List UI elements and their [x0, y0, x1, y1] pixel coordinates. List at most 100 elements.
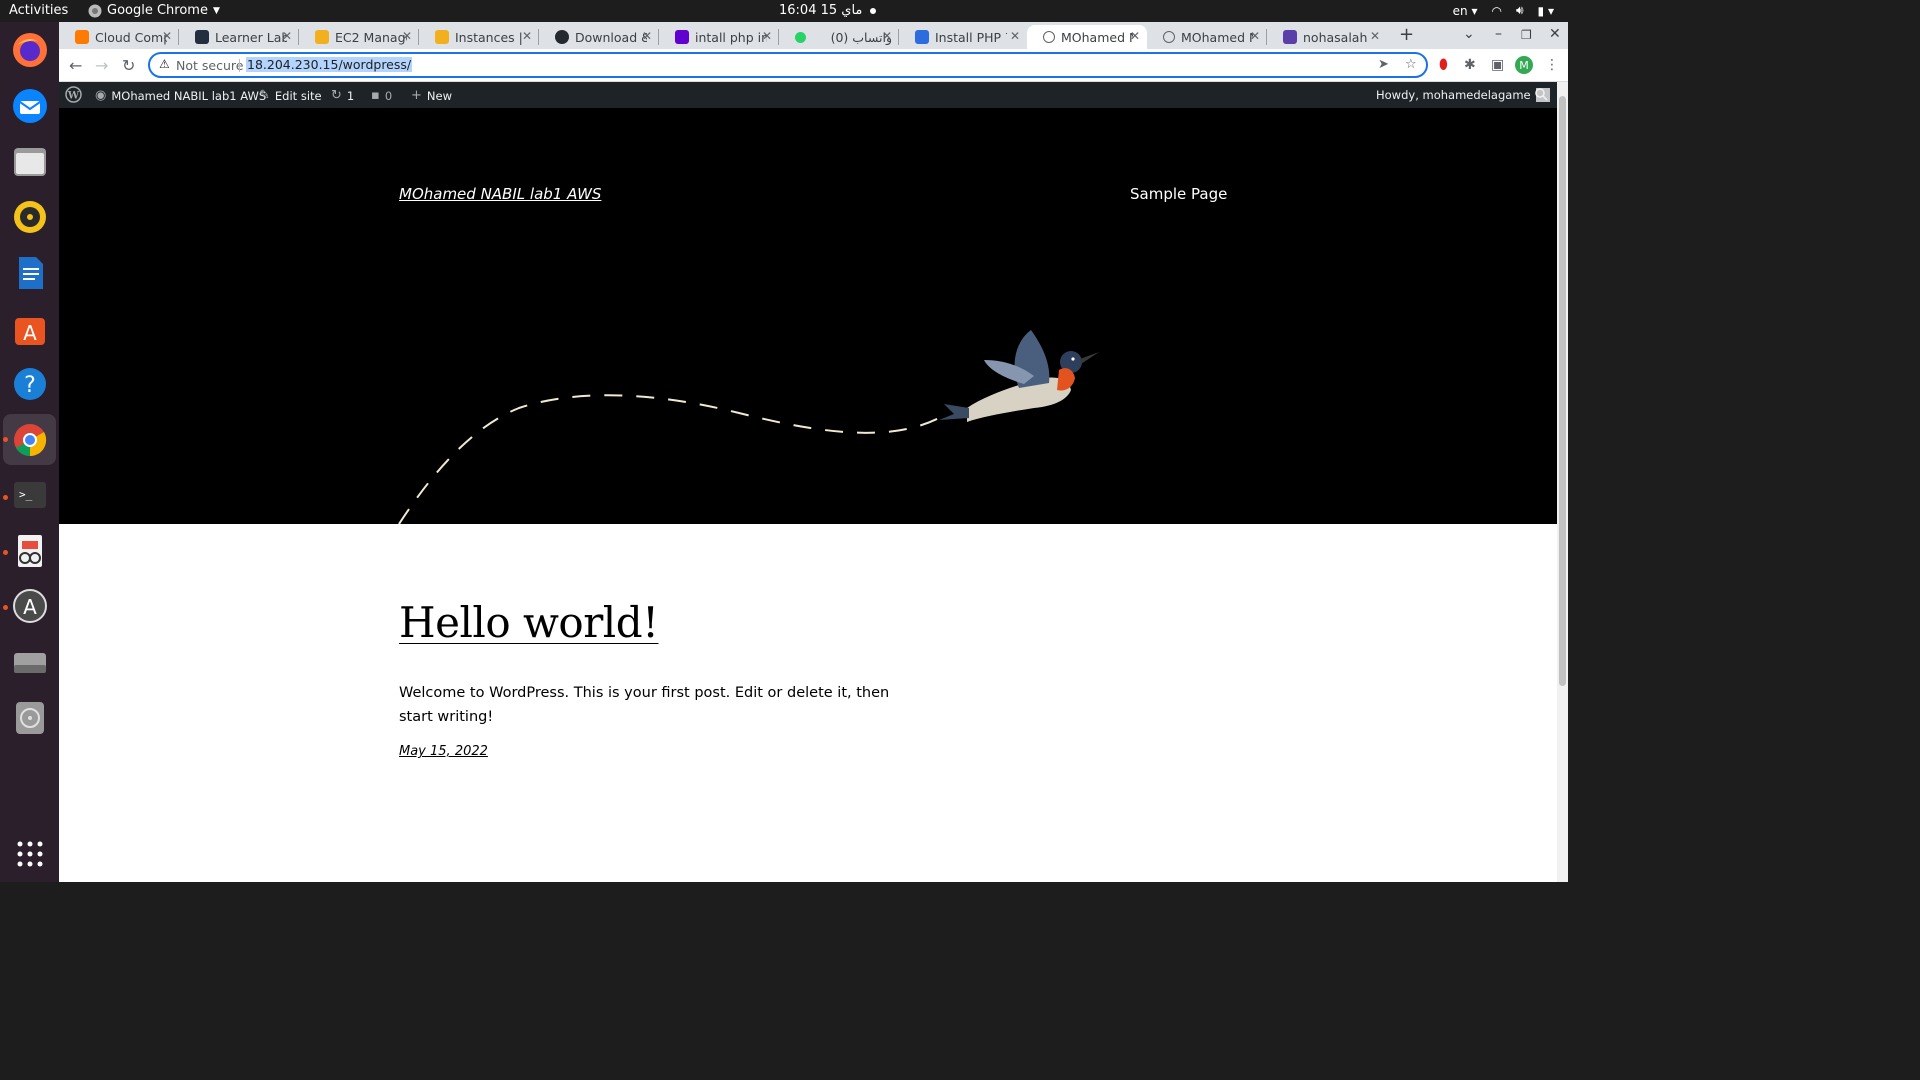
- tab-title: intall php in: [695, 29, 767, 45]
- volume-icon: 🔊︎: [1515, 3, 1524, 17]
- edit-site-link[interactable]: ✎ Edit site: [259, 88, 322, 103]
- url-text[interactable]: 18.204.230.15/wordpress/: [246, 57, 413, 72]
- app-name: Google Chrome: [107, 3, 208, 18]
- extensions-puzzle-icon[interactable]: ✱: [1464, 57, 1476, 73]
- maximize-window-icon[interactable]: ❐: [1521, 28, 1532, 42]
- send-tab-icon[interactable]: ➤: [1378, 57, 1389, 72]
- close-tab-icon[interactable]: ✕: [882, 29, 892, 43]
- tab-mohamed-active[interactable]: MOhamed N ✕: [1027, 25, 1147, 49]
- tab-search-chevron-icon[interactable]: ⌄: [1463, 26, 1475, 42]
- profile-avatar[interactable]: M: [1515, 56, 1533, 74]
- close-tab-icon[interactable]: ✕: [282, 29, 292, 43]
- comments-link[interactable]: ▪ 0: [371, 88, 392, 103]
- wp-admin-bar: W ◉ MOhamed NABIL lab1 AWS ✎ Edit site ↻…: [59, 82, 1557, 108]
- rhythmbox-icon[interactable]: [8, 195, 51, 238]
- tab-nohasalah[interactable]: nohasalah ✕: [1267, 25, 1387, 49]
- language-indicator[interactable]: en ▾: [1453, 4, 1478, 18]
- files-icon[interactable]: [8, 140, 51, 183]
- tab-instances[interactable]: Instances | E ✕: [419, 25, 539, 49]
- reload-icon[interactable]: ↻: [122, 56, 135, 75]
- my-account-menu[interactable]: Howdy, mohamedelagame: [1376, 88, 1550, 102]
- forward-arrow-icon[interactable]: →: [95, 56, 108, 75]
- security-label[interactable]: Not secure: [176, 58, 243, 73]
- close-window-icon[interactable]: ✕: [1549, 26, 1561, 42]
- plus-icon: +: [411, 88, 422, 103]
- tab-title: nohasalah: [1303, 29, 1368, 45]
- tab-favicon-icon: [555, 30, 569, 44]
- wordpress-logo-icon[interactable]: W: [65, 86, 82, 103]
- new-tab-icon[interactable]: +: [1399, 24, 1414, 45]
- language-label: en: [1452, 3, 1468, 18]
- tab-title: Download &: [575, 29, 647, 45]
- admin-site-name[interactable]: ◉ MOhamed NABIL lab1 AWS: [95, 88, 266, 103]
- document-viewer-icon[interactable]: [8, 529, 51, 572]
- comments-count: 0: [384, 88, 393, 103]
- tab-favicon-icon: [435, 30, 449, 44]
- updates-link[interactable]: ↻ 1: [331, 88, 354, 103]
- new-content-link[interactable]: + New: [411, 88, 452, 103]
- post-title-link[interactable]: Hello world!: [399, 598, 659, 647]
- close-tab-icon[interactable]: ✕: [1130, 29, 1140, 43]
- tab-download[interactable]: Download & ✕: [539, 25, 659, 49]
- disc-icon[interactable]: [8, 696, 51, 739]
- svg-text:W: W: [67, 91, 80, 102]
- tab-mohamed[interactable]: MOhamed N ✕: [1147, 25, 1267, 49]
- show-apps-icon[interactable]: [8, 832, 51, 875]
- tab-title: MOhamed N: [1181, 29, 1253, 45]
- tab-favicon-icon: [915, 30, 929, 44]
- system-top-bar: Activities Google Chrome ▼ 16:04 15 ماي …: [0, 0, 1568, 22]
- bookmark-star-icon[interactable]: ☆: [1405, 57, 1417, 72]
- tab-favicon-icon: [75, 30, 89, 44]
- wifi-icon: ◠: [1491, 3, 1502, 18]
- minimize-window-icon[interactable]: –: [1495, 26, 1502, 42]
- admin-search-icon[interactable]: [1535, 88, 1548, 101]
- close-tab-icon[interactable]: ✕: [162, 29, 172, 43]
- tab-intall-php[interactable]: intall php in ✕: [659, 25, 779, 49]
- admin-site-name-label: MOhamed NABIL lab1 AWS: [111, 88, 267, 103]
- tab-whatsapp[interactable]: (0) واتساب ✕: [779, 25, 899, 49]
- tab-title: MOhamed N: [1061, 29, 1133, 45]
- help-icon[interactable]: ?: [8, 362, 51, 405]
- svg-text:?: ?: [24, 373, 36, 398]
- clock[interactable]: 16:04 15 ماي: [779, 3, 877, 18]
- terminal-icon[interactable]: >_: [8, 473, 51, 516]
- tab-title: Learner Lab: [215, 29, 287, 45]
- page-scrollbar[interactable]: [1557, 82, 1568, 882]
- close-tab-icon[interactable]: ✕: [402, 29, 412, 43]
- back-arrow-icon[interactable]: ←: [69, 56, 82, 75]
- writer-icon[interactable]: [8, 251, 51, 294]
- close-tab-icon[interactable]: ✕: [1370, 29, 1380, 43]
- chrome-small-icon: [88, 4, 102, 17]
- chrome-icon[interactable]: [3, 414, 56, 465]
- close-tab-icon[interactable]: ✕: [1250, 29, 1260, 43]
- tab-learner-lab[interactable]: Learner Lab ✕: [179, 25, 299, 49]
- updates-count: 1: [346, 88, 355, 103]
- drive-icon[interactable]: [8, 640, 51, 683]
- software-updater-icon[interactable]: A: [8, 584, 51, 627]
- close-tab-icon[interactable]: ✕: [522, 29, 532, 43]
- address-bar[interactable]: ⚠ Not secure 18.204.230.15/wordpress/ ➤ …: [148, 52, 1428, 78]
- tab-ec2-manage[interactable]: EC2 Manage ✕: [299, 25, 419, 49]
- new-label: New: [426, 88, 452, 103]
- firefox-icon[interactable]: [8, 28, 51, 71]
- side-panel-icon[interactable]: ▣: [1491, 57, 1504, 73]
- updates-icon: ↻: [331, 88, 342, 103]
- tab-cloud-comp[interactable]: Cloud Comp ✕: [59, 25, 179, 49]
- close-tab-icon[interactable]: ✕: [642, 29, 652, 43]
- system-tray[interactable]: en ▾ ◠ 🔊︎ ▮ ▾: [1453, 3, 1554, 18]
- tab-title: Cloud Comp: [95, 29, 167, 45]
- site-header: MOhamed NABIL lab1 AWS Sample Page: [59, 108, 1557, 524]
- activities-button[interactable]: Activities: [9, 3, 68, 18]
- scrollbar-thumb[interactable]: [1559, 96, 1566, 686]
- opera-extension-icon[interactable]: ⬮: [1439, 57, 1448, 73]
- close-tab-icon[interactable]: ✕: [762, 29, 772, 43]
- chrome-menu-icon[interactable]: ⋮: [1545, 57, 1559, 73]
- post-date-link[interactable]: May 15, 2022: [399, 744, 488, 759]
- software-icon[interactable]: A: [8, 307, 51, 350]
- tab-install-php-7[interactable]: Install PHP 7 ✕: [899, 25, 1027, 49]
- thunderbird-icon[interactable]: [8, 84, 51, 127]
- browser-toolbar: ← → ↻ ⚠ Not secure 18.204.230.15/wordpre…: [59, 49, 1568, 82]
- close-tab-icon[interactable]: ✕: [1010, 29, 1020, 43]
- app-menu[interactable]: Google Chrome ▼: [88, 3, 220, 18]
- running-indicator-dot: [3, 605, 8, 610]
